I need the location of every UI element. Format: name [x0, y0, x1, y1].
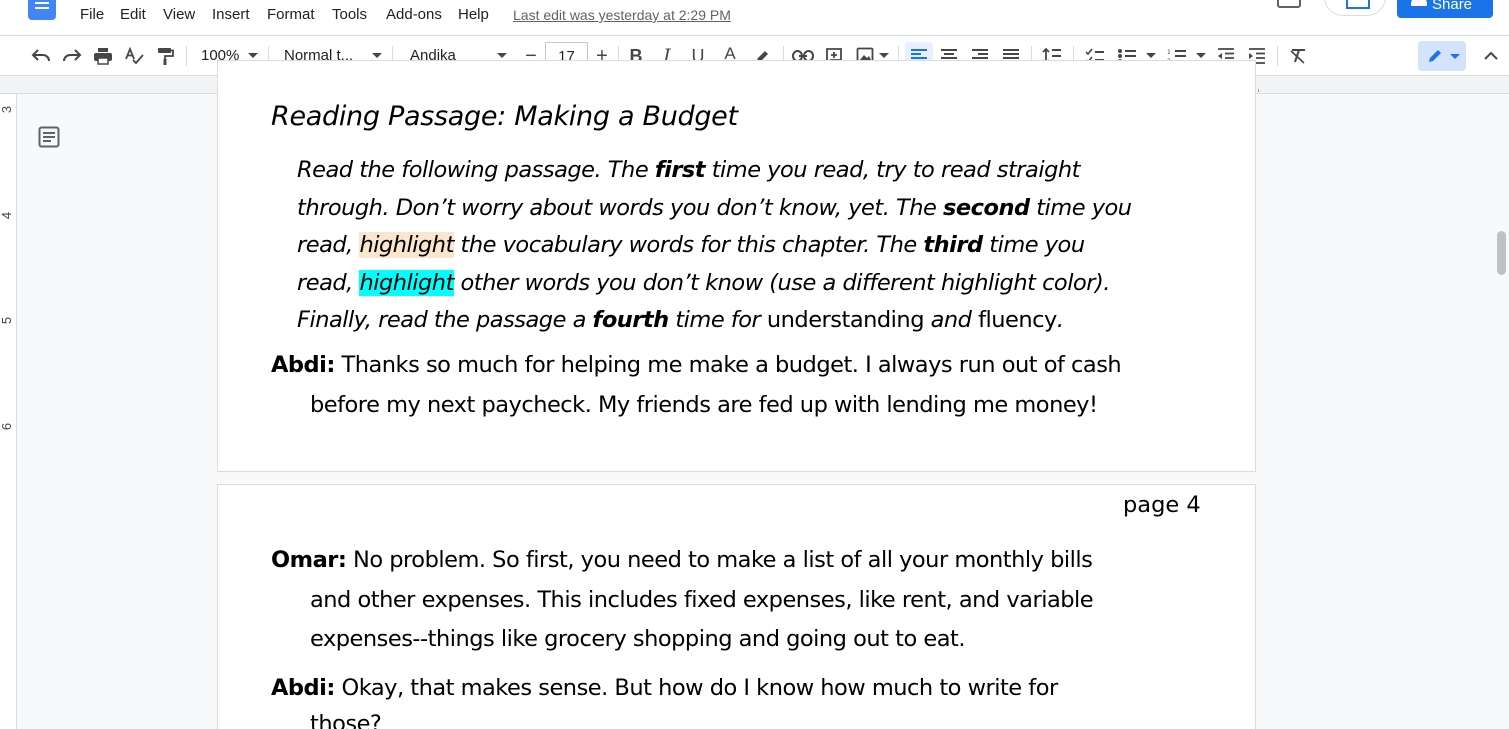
zoom-caret-icon: [248, 53, 258, 58]
speaker-name: Abdi:: [271, 675, 335, 701]
docs-logo-icon[interactable]: [28, 0, 56, 20]
person-icon: [1411, 0, 1427, 6]
chevron-up-icon[interactable]: [1480, 44, 1502, 68]
image-caret-icon[interactable]: [879, 53, 889, 58]
present-button[interactable]: [1324, 0, 1386, 16]
bullet-caret-icon[interactable]: [1146, 53, 1156, 58]
instructions-line: Read the following passage. The first ti…: [297, 157, 1080, 183]
menu-format[interactable]: Format: [267, 6, 315, 23]
menu-tools[interactable]: Tools: [332, 6, 367, 23]
last-edit-link[interactable]: Last edit was yesterday at 2:29 PM: [513, 7, 731, 23]
menu-file[interactable]: File: [80, 6, 104, 23]
redo-icon[interactable]: [61, 44, 83, 68]
dialogue-line: before my next paycheck. My friends are …: [310, 392, 1098, 418]
print-icon[interactable]: [92, 44, 114, 68]
style-caret-icon: [372, 53, 382, 58]
ruler-tick: [1258, 89, 1259, 92]
speaker-name: Abdi:: [271, 352, 335, 378]
vertical-scrollbar[interactable]: [1497, 231, 1506, 275]
font-caret-icon: [497, 53, 507, 58]
instructions-line: read, highlight other words you don’t kn…: [297, 269, 1110, 296]
dialogue-line: Omar: No problem. So first, you need to …: [271, 547, 1093, 573]
menu-view[interactable]: View: [163, 6, 195, 23]
undo-icon[interactable]: [30, 44, 52, 68]
docs-app: File Edit View Insert Format Tools Add-o…: [0, 0, 1509, 729]
document-page[interactable]: page 4 Omar: No problem. So first, you n…: [217, 484, 1256, 729]
instructions-line: read, highlight the vocabulary words for…: [297, 232, 1085, 258]
menu-help[interactable]: Help: [458, 6, 489, 23]
share-label: Share: [1432, 0, 1473, 13]
dialogue-line: those?: [310, 711, 382, 729]
spellcheck-icon[interactable]: [123, 44, 145, 68]
dialogue-line: and other expenses. This includes fixed …: [310, 587, 1094, 613]
paint-format-icon[interactable]: [154, 44, 176, 68]
document-outline-icon[interactable]: [38, 126, 60, 148]
page-number: page 4: [1123, 492, 1201, 518]
vertical-ruler-number: 6: [0, 422, 15, 431]
dialogue-line: expenses--things like grocery shopping a…: [310, 626, 965, 652]
instructions-line: Finally, read the passage a fourth time …: [297, 307, 1064, 333]
vertical-ruler-number: 5: [0, 316, 15, 325]
menu-edit[interactable]: Edit: [120, 6, 146, 23]
clear-formatting-icon[interactable]: [1287, 44, 1309, 68]
menu-bar: File Edit View Insert Format Tools Add-o…: [0, 0, 1509, 34]
vertical-ruler: 3 4 5 6: [0, 94, 17, 729]
vertical-ruler-number: 3: [0, 105, 15, 114]
highlight-cyan: highlight: [359, 269, 454, 296]
editing-mode-button[interactable]: [1418, 41, 1466, 71]
svg-text:1: 1: [1167, 49, 1171, 56]
menu-add-ons[interactable]: Add-ons: [386, 6, 442, 23]
dialogue-line: Abdi: Thanks so much for helping me make…: [271, 352, 1122, 378]
number-caret-icon[interactable]: [1196, 53, 1206, 58]
instructions-line: through. Don’t worry about words you don…: [297, 194, 1132, 221]
menu-insert[interactable]: Insert: [212, 6, 250, 23]
passage-heading: Reading Passage: Making a Budget: [271, 101, 738, 132]
speaker-name: Omar:: [271, 547, 347, 573]
comment-history-icon[interactable]: [1277, 0, 1301, 8]
vertical-ruler-number: 4: [0, 211, 15, 220]
dialogue-line: Abdi: Okay, that makes sense. But how do…: [271, 675, 1058, 701]
share-button[interactable]: Share: [1397, 0, 1493, 18]
highlight-peach: highlight: [359, 232, 454, 258]
document-page[interactable]: Reading Passage: Making a Budget Read th…: [217, 60, 1256, 472]
